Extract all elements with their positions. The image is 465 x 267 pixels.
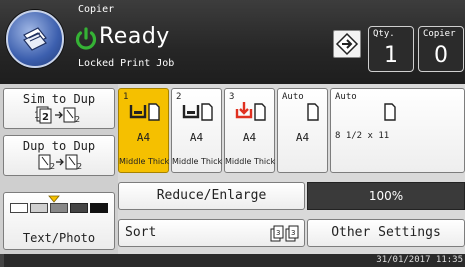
tray-3-size: A4 bbox=[242, 131, 257, 144]
copier-app-icon[interactable] bbox=[6, 10, 64, 68]
sort-button[interactable]: Sort 3 3 bbox=[118, 219, 305, 247]
duplex-to-duplex-icon: 2 2 bbox=[38, 154, 82, 171]
tray-auto-size: A4 bbox=[295, 131, 310, 144]
density-scale bbox=[10, 203, 110, 213]
ready-status: Ready bbox=[99, 24, 170, 49]
svg-text:2: 2 bbox=[50, 162, 55, 171]
tray-1-type: Middle Thick bbox=[119, 157, 170, 166]
copier-label: Copier bbox=[423, 29, 456, 39]
zoom-ratio-display[interactable]: 100% bbox=[307, 182, 465, 210]
bypass-tray-icon bbox=[235, 102, 266, 121]
reduce-enlarge-label: Reduce/Enlarge bbox=[156, 188, 267, 203]
qty-label: Qty. bbox=[373, 29, 395, 39]
text-photo-label: Text/Photo bbox=[22, 231, 96, 245]
tray-3-button[interactable]: 3 A4 Middle Thick bbox=[224, 88, 275, 173]
other-settings-button[interactable]: Other Settings bbox=[307, 219, 465, 247]
tray-auto-label: Auto bbox=[282, 92, 304, 102]
tray-2-type: Middle Thick bbox=[172, 157, 223, 166]
status-bar: 31/01/2017 11:35 bbox=[0, 254, 465, 267]
tray-1-size: A4 bbox=[136, 131, 151, 144]
qty-value: 1 bbox=[384, 43, 398, 68]
dup-to-dup-label: Dup to Dup bbox=[22, 139, 96, 153]
tray-auto-letter-button[interactable]: Auto 8 1/2 x 11 bbox=[330, 88, 465, 173]
date-time: 31/01/2017 11:35 bbox=[376, 255, 463, 265]
original-orientation-button[interactable] bbox=[333, 30, 361, 58]
header-bar: Copier Ready Locked Print Job Qty. 1 Cop… bbox=[0, 0, 465, 84]
other-settings-label: Other Settings bbox=[331, 225, 441, 240]
sim-to-dup-label: Sim to Dup bbox=[22, 92, 96, 106]
svg-text:2: 2 bbox=[75, 115, 80, 124]
paper-tray-icon bbox=[129, 103, 160, 121]
svg-text:2: 2 bbox=[77, 162, 82, 171]
sim-to-dup-button[interactable]: Sim to Dup 2 1 2 bbox=[3, 88, 115, 129]
svg-text:1: 1 bbox=[34, 111, 40, 121]
tray-auto-a4-button[interactable]: Auto A4 bbox=[277, 88, 328, 173]
tray-2-size: A4 bbox=[189, 131, 204, 144]
svg-text:3: 3 bbox=[276, 229, 280, 237]
density-marker-icon bbox=[48, 195, 60, 203]
tray-1-button[interactable]: 1 A4 Middle Thick bbox=[118, 88, 169, 173]
tray-1-number: 1 bbox=[123, 92, 129, 102]
tray-auto-label: Auto bbox=[335, 92, 357, 102]
quantity-counter: Qty. 1 bbox=[368, 26, 414, 72]
copier-counter: Copier 0 bbox=[418, 26, 464, 72]
reduce-enlarge-button[interactable]: Reduce/Enlarge bbox=[118, 182, 305, 210]
dup-to-dup-button[interactable]: Dup to Dup 2 2 bbox=[3, 135, 115, 176]
text-photo-button[interactable]: Text/Photo bbox=[3, 192, 115, 250]
paper-sheet-icon bbox=[307, 103, 319, 121]
ready-icon bbox=[75, 27, 97, 50]
sort-stack-icon: 3 3 bbox=[270, 225, 299, 242]
orientation-arrow-icon bbox=[335, 32, 359, 56]
simplex-to-duplex-icon: 2 1 2 bbox=[34, 106, 80, 124]
zoom-value: 100% bbox=[368, 189, 404, 203]
locked-print-job-status: Locked Print Job bbox=[78, 58, 175, 69]
tray-3-type: Middle Thick bbox=[225, 157, 276, 166]
tray-3-number: 3 bbox=[229, 92, 235, 102]
copier-pages-icon bbox=[23, 27, 47, 51]
status-accent bbox=[0, 254, 4, 267]
tray-2-button[interactable]: 2 A4 Middle Thick bbox=[171, 88, 222, 173]
tray-letter-size: 8 1/2 x 11 bbox=[335, 131, 390, 141]
tray-2-number: 2 bbox=[176, 92, 182, 102]
copier-value: 0 bbox=[434, 43, 448, 68]
svg-text:3: 3 bbox=[291, 229, 295, 237]
sort-label: Sort bbox=[125, 225, 157, 240]
paper-tray-icon bbox=[182, 103, 213, 121]
app-title: Copier bbox=[78, 4, 115, 15]
paper-sheet-icon bbox=[384, 103, 396, 121]
svg-text:2: 2 bbox=[42, 112, 49, 123]
left-panel: Sim to Dup 2 1 2 Dup to Dup 2 2 Text/Pho… bbox=[0, 84, 118, 254]
